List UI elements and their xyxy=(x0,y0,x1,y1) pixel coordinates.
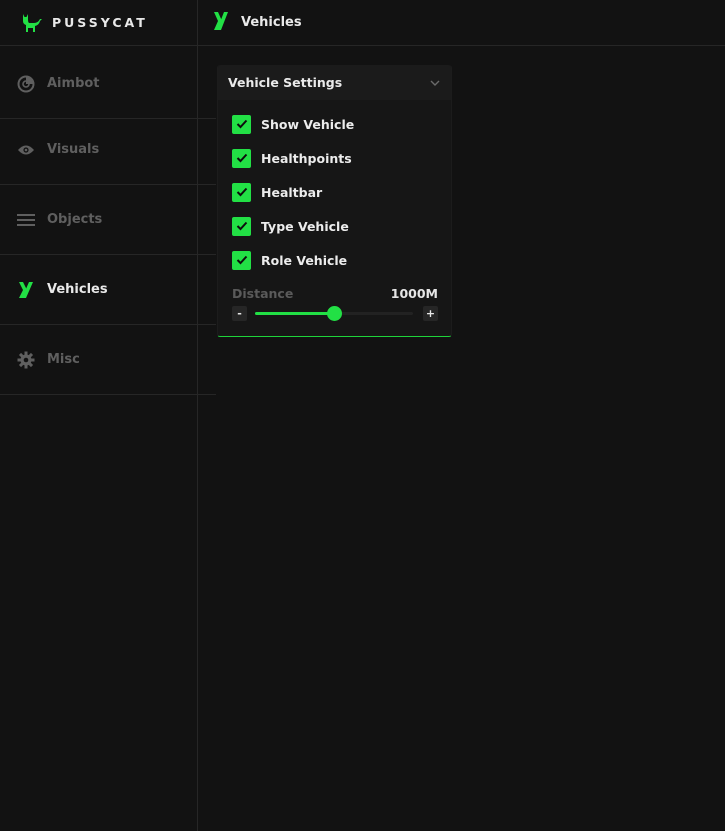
page-title: Vehicles xyxy=(241,15,302,30)
option-label: Type Vehicle xyxy=(261,218,349,234)
aimbot-icon xyxy=(16,74,35,93)
chevron-down-icon[interactable] xyxy=(429,77,441,89)
sidebar-item-objects[interactable]: Objects xyxy=(0,185,216,255)
brand-name: PUSSYCAT xyxy=(52,15,148,30)
vehicles-icon xyxy=(212,11,230,35)
role-vehicle-option[interactable]: Role Vehicle xyxy=(232,250,347,270)
slider-thumb[interactable] xyxy=(327,306,342,321)
cat-icon xyxy=(21,13,43,33)
vehicle-settings-panel: Vehicle Settings Show Vehicle Healthpoin… xyxy=(217,65,452,337)
healtbar-checkbox[interactable] xyxy=(232,182,251,202)
sidebar-item-label: Misc xyxy=(47,352,80,367)
option-label: Healthpoints xyxy=(261,150,352,166)
checkmark-icon xyxy=(236,119,247,129)
role-vehicle-checkbox[interactable] xyxy=(232,250,251,270)
distance-slider: - + xyxy=(232,306,438,322)
checkmark-icon xyxy=(236,187,247,197)
sidebar-item-label: Vehicles xyxy=(47,282,108,297)
sidebar-item-misc[interactable]: Misc xyxy=(0,325,216,395)
panel-title: Vehicle Settings xyxy=(228,75,343,90)
distance-decrement-button[interactable]: - xyxy=(232,306,247,321)
healthpoints-option[interactable]: Healthpoints xyxy=(232,148,352,168)
healtbar-option[interactable]: Healtbar xyxy=(232,182,322,202)
menu-lines-icon xyxy=(16,210,35,229)
checkmark-icon xyxy=(236,153,247,163)
vehicles-icon xyxy=(16,280,35,299)
option-label: Role Vehicle xyxy=(261,252,348,268)
app-window: PUSSYCAT Aimbot Visuals Objects Vehicles… xyxy=(0,0,725,831)
slider-track[interactable] xyxy=(255,306,413,321)
show-vehicle-checkbox[interactable] xyxy=(232,114,251,134)
sidebar-item-vehicles[interactable]: Vehicles xyxy=(0,255,216,325)
distance-increment-button[interactable]: + xyxy=(423,306,438,321)
healthpoints-checkbox[interactable] xyxy=(232,148,251,168)
panel-header[interactable]: Vehicle Settings xyxy=(218,65,451,100)
checkmark-icon xyxy=(236,221,247,231)
sidebar: PUSSYCAT Aimbot Visuals Objects Vehicles… xyxy=(0,0,216,831)
sidebar-item-label: Objects xyxy=(47,212,103,227)
gear-icon xyxy=(16,350,35,369)
slider-fill xyxy=(255,312,334,315)
distance-label: Distance xyxy=(232,285,294,301)
brand: PUSSYCAT xyxy=(0,0,197,46)
page-header: Vehicles xyxy=(198,0,725,46)
distance-header: Distance 1000M xyxy=(232,284,438,302)
distance-value: 1000M xyxy=(390,285,438,301)
type-vehicle-option[interactable]: Type Vehicle xyxy=(232,216,349,236)
type-vehicle-checkbox[interactable] xyxy=(232,216,251,236)
option-label: Healtbar xyxy=(261,184,323,200)
show-vehicle-option[interactable]: Show Vehicle xyxy=(232,114,354,134)
checkmark-icon xyxy=(236,255,247,265)
sidebar-item-aimbot[interactable]: Aimbot xyxy=(0,49,216,119)
option-label: Show Vehicle xyxy=(261,116,355,132)
sidebar-item-visuals[interactable]: Visuals xyxy=(0,115,216,185)
sidebar-item-label: Visuals xyxy=(47,142,100,157)
sidebar-item-label: Aimbot xyxy=(47,76,100,91)
eye-icon xyxy=(16,140,35,159)
